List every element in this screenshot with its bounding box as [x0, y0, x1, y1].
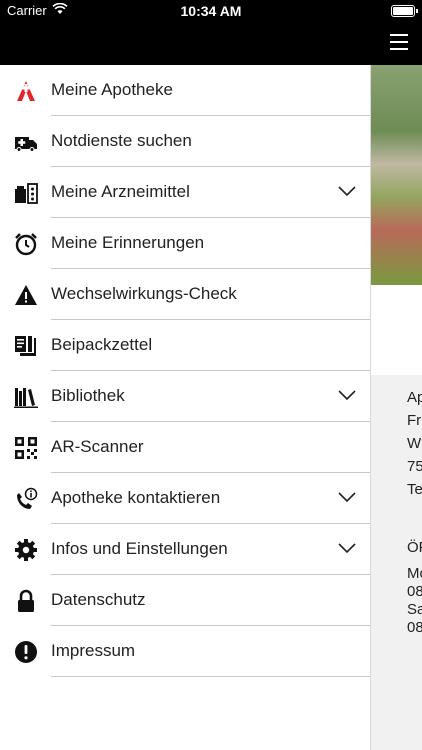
drawer-menu: Meine Apotheke Notdienste suchen Meine A…	[0, 65, 370, 677]
menu-item-erinnerungen[interactable]: Meine Erinnerungen	[0, 218, 370, 269]
medication-icon	[14, 181, 38, 205]
content-gap	[371, 285, 422, 375]
menu-item-datenschutz[interactable]: Datenschutz	[0, 575, 370, 626]
chevron-down-icon[interactable]	[338, 541, 356, 554]
menu-item-label: Notdienste suchen	[51, 131, 192, 150]
pharmacy-photo	[371, 65, 422, 285]
menu-item-infos-einstellungen[interactable]: Infos und Einstellungen	[0, 524, 370, 575]
navigation-bar	[0, 22, 422, 65]
menu-item-label: Meine Erinnerungen	[51, 233, 205, 252]
menu-item-beipackzettel[interactable]: Beipackzettel	[0, 320, 370, 371]
qr-code-icon	[14, 436, 38, 460]
side-drawer: Meine Apotheke Notdienste suchen Meine A…	[0, 65, 371, 750]
address-line: Te	[407, 481, 422, 498]
chevron-down-icon[interactable]	[338, 184, 356, 197]
menu-item-wechselwirkungs-check[interactable]: Wechselwirkungs-Check	[0, 269, 370, 320]
clock: 10:34 AM	[180, 3, 242, 19]
status-bar: Carrier 10:34 AM	[0, 0, 422, 22]
warning-icon	[14, 283, 38, 307]
menu-item-label: Meine Arzneimittel	[51, 182, 190, 201]
address-line: 75	[407, 458, 422, 475]
battery-icon	[391, 5, 418, 17]
address-line: Ap	[407, 389, 422, 406]
menu-item-label: Impressum	[51, 641, 136, 660]
menu-item-label: Apotheke kontaktieren	[51, 488, 221, 507]
menu-item-notdienste[interactable]: Notdienste suchen	[0, 116, 370, 167]
ambulance-icon	[14, 130, 38, 154]
menu-item-ar-scanner[interactable]: AR-Scanner	[0, 422, 370, 473]
hours-line: 08	[407, 583, 422, 600]
menu-item-label: AR-Scanner	[51, 437, 144, 456]
leaflet-icon	[14, 334, 38, 358]
gear-icon	[14, 538, 38, 562]
hours-line: Sa	[407, 601, 422, 618]
menu-item-label: Datenschutz	[51, 590, 146, 609]
divider	[51, 676, 370, 677]
menu-item-arzneimittel[interactable]: Meine Arzneimittel	[0, 167, 370, 218]
chevron-down-icon[interactable]	[338, 490, 356, 503]
hours-line: 08	[407, 619, 422, 636]
menu-item-label: Bibliothek	[51, 386, 125, 405]
chevron-down-icon[interactable]	[338, 388, 356, 401]
phone-info-icon	[14, 487, 38, 511]
lock-icon	[14, 589, 38, 613]
exclamation-icon	[14, 640, 38, 664]
hamburger-menu-icon[interactable]	[390, 34, 408, 50]
menu-item-label: Infos und Einstellungen	[51, 539, 228, 558]
alarm-clock-icon	[14, 232, 38, 256]
library-icon	[14, 385, 38, 409]
menu-item-label: Meine Apotheke	[51, 80, 173, 99]
pharmacy-info-panel: Ap Fri W 75 Te ÖF Mo 08 Sa 08	[371, 375, 422, 750]
address-line: Fri	[407, 412, 422, 429]
menu-item-impressum[interactable]: Impressum	[0, 626, 370, 677]
menu-item-label: Wechselwirkungs-Check	[51, 284, 237, 303]
pharmacy-logo-icon	[14, 79, 38, 103]
hours-line: Mo	[407, 565, 422, 582]
menu-item-apotheke-kontaktieren[interactable]: Apotheke kontaktieren	[0, 473, 370, 524]
address-line: W	[407, 435, 422, 452]
menu-item-bibliothek[interactable]: Bibliothek	[0, 371, 370, 422]
hours-heading: ÖF	[407, 539, 422, 556]
menu-item-label: Beipackzettel	[51, 335, 153, 354]
menu-item-meine-apotheke[interactable]: Meine Apotheke	[0, 65, 370, 116]
